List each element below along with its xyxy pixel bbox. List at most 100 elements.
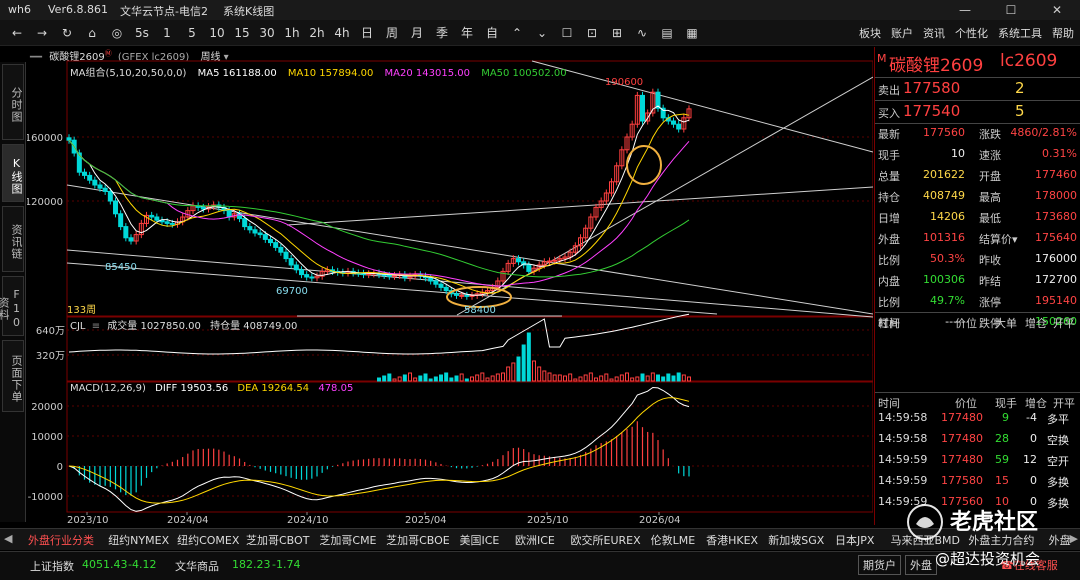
- toolbar-button[interactable]: 4h: [331, 22, 353, 44]
- candle-body: [123, 226, 129, 239]
- quote-row: 现手 10 速涨 0.31%: [875, 147, 1080, 168]
- kline-chart[interactable]: 160000 120000 640万 320万 20000 10000 0 -10000 202…: [27, 47, 873, 525]
- side-tab[interactable]: 资讯链: [2, 206, 24, 272]
- ask-volume: 2: [1015, 79, 1025, 97]
- watermark: 老虎社区 @超达投资机会: [895, 500, 1080, 580]
- collapse-icon[interactable]: ≡: [92, 321, 100, 332]
- ma20-value: MA20 143015.00: [384, 68, 470, 79]
- quote-label: 昨结: [979, 275, 1001, 288]
- quote-value: 49.7%: [930, 294, 965, 307]
- volume-bar: [377, 377, 381, 382]
- minimize-icon[interactable]: —: [942, 0, 988, 20]
- toolbar-button[interactable]: ⊡: [581, 22, 603, 44]
- toolbar-button[interactable]: ◎: [106, 22, 128, 44]
- toolbar-button[interactable]: ←: [6, 22, 28, 44]
- market-tab[interactable]: 日本JPX: [835, 532, 874, 548]
- toolbar-button[interactable]: ∿: [631, 22, 653, 44]
- toolbar-button[interactable]: 周: [381, 22, 403, 44]
- volume-bar: [681, 374, 686, 382]
- menu-item[interactable]: 个性化: [955, 25, 988, 41]
- menu-item[interactable]: 资讯: [923, 25, 945, 41]
- quote-value: 172700: [1035, 273, 1077, 286]
- market-tab[interactable]: 芝加哥CBOT: [246, 532, 309, 548]
- market-tab[interactable]: 香港HKEX: [706, 532, 758, 548]
- maximize-icon[interactable]: ☐: [988, 0, 1034, 20]
- toolbar-button[interactable]: ⌄: [531, 22, 553, 44]
- menu-item[interactable]: 系统工具: [998, 25, 1042, 41]
- market-tab[interactable]: 纽约COMEX: [177, 532, 239, 548]
- quote-label: 最高: [979, 191, 1001, 204]
- toolbar-button[interactable]: ↻: [56, 22, 78, 44]
- candle-body: [273, 242, 279, 248]
- quote-label: 外盘: [878, 233, 900, 246]
- toolbar-button[interactable]: 1: [156, 22, 178, 44]
- toolbar-button[interactable]: ⌂: [81, 22, 103, 44]
- toolbar-button[interactable]: 年: [456, 22, 478, 44]
- volume-bar: [413, 377, 418, 382]
- volume-legend: CJL ≡ 成交量 1027850.00 持仓量 408749.00: [70, 317, 297, 332]
- toolbar-button[interactable]: 2h: [306, 22, 328, 44]
- tick-oi-change: -4: [1026, 411, 1037, 424]
- toolbar-button[interactable]: 月: [406, 22, 428, 44]
- toolbar-button[interactable]: 10: [206, 22, 228, 44]
- index1-change: -4.12: [128, 558, 157, 571]
- toolbar-button[interactable]: ⊞: [606, 22, 628, 44]
- bid-row[interactable]: 买入 177540 5: [875, 100, 1080, 122]
- tick-row: 14:59:58 177480 28 0 空换: [875, 430, 1080, 450]
- open-interest-value: 持仓量 408749.00: [210, 321, 298, 332]
- menu-item[interactable]: 账户: [891, 25, 913, 41]
- quote-value: 173680: [1035, 210, 1077, 223]
- side-tab[interactable]: 页面下单: [2, 340, 24, 412]
- quote-label: 开盘: [979, 170, 1001, 183]
- tab-scroll-left-icon[interactable]: ◀: [4, 532, 12, 545]
- toolbar-button[interactable]: ⌃: [506, 22, 528, 44]
- market-tab[interactable]: 芝加哥CBOE: [386, 532, 450, 548]
- quote-label: 速涨: [979, 149, 1001, 162]
- quote-value: 177560: [923, 126, 965, 139]
- side-tab[interactable]: F10资料: [0, 276, 24, 336]
- market-tab[interactable]: 欧洲ICE: [515, 532, 555, 548]
- quote-label: 结算价▾: [979, 233, 1018, 246]
- toolbar-button[interactable]: ▦: [681, 22, 703, 44]
- toolbar-button[interactable]: 自: [481, 22, 503, 44]
- market-tab[interactable]: 纽约NYMEX: [108, 532, 169, 548]
- market-tab[interactable]: 芝加哥CME: [319, 532, 376, 548]
- volume-bar: [609, 378, 614, 382]
- toolbar-button[interactable]: 日: [356, 22, 378, 44]
- market-tab[interactable]: 新加坡SGX: [768, 532, 824, 548]
- market-tab[interactable]: 欧交所EUREX: [571, 532, 641, 548]
- menu-item[interactable]: 板块: [859, 25, 881, 41]
- market-tab[interactable]: 伦敦LME: [651, 532, 696, 548]
- tick-row: 14:59:59 177480 59 12 空开: [875, 451, 1080, 471]
- toolbar-button[interactable]: ☐: [556, 22, 578, 44]
- quote-value: 177460: [1035, 168, 1077, 181]
- toolbar-button[interactable]: 5s: [131, 22, 153, 44]
- volume-bar: [573, 378, 578, 382]
- toolbar-button[interactable]: →: [31, 22, 53, 44]
- market-tab[interactable]: 外盘行业分类: [28, 532, 94, 548]
- toolbar-button[interactable]: ▤: [656, 22, 678, 44]
- market-tab[interactable]: 美国ICE: [460, 532, 500, 548]
- tick-type: 空换: [1047, 434, 1069, 447]
- ask-row[interactable]: 卖出 177580 2: [875, 77, 1080, 99]
- volume-bar: [650, 372, 655, 382]
- volume-bar: [599, 375, 604, 382]
- toolbar-button[interactable]: 季: [431, 22, 453, 44]
- volume-bar: [402, 374, 407, 382]
- toolbar-button[interactable]: 5: [181, 22, 203, 44]
- volume-bar: [397, 376, 402, 382]
- quote-row: 最新 177560 涨跌 4860/2.81%: [875, 126, 1080, 147]
- toolbar-button[interactable]: 1h: [281, 22, 303, 44]
- side-tab[interactable]: K线图: [2, 144, 24, 202]
- tick-type: 空开: [1047, 455, 1069, 468]
- toolbar-button[interactable]: 15: [231, 22, 253, 44]
- side-tab[interactable]: 分时图: [2, 64, 24, 140]
- candle-body: [443, 286, 449, 292]
- toolbar-button[interactable]: 30: [256, 22, 278, 44]
- tick-type: 多换: [1047, 476, 1069, 489]
- menu-item[interactable]: 帮助: [1052, 25, 1074, 41]
- close-icon[interactable]: ✕: [1034, 0, 1080, 20]
- date-axis-label: 2025/10: [527, 515, 569, 525]
- volume-bar: [625, 372, 629, 382]
- macd-axis-label: 0: [57, 462, 63, 473]
